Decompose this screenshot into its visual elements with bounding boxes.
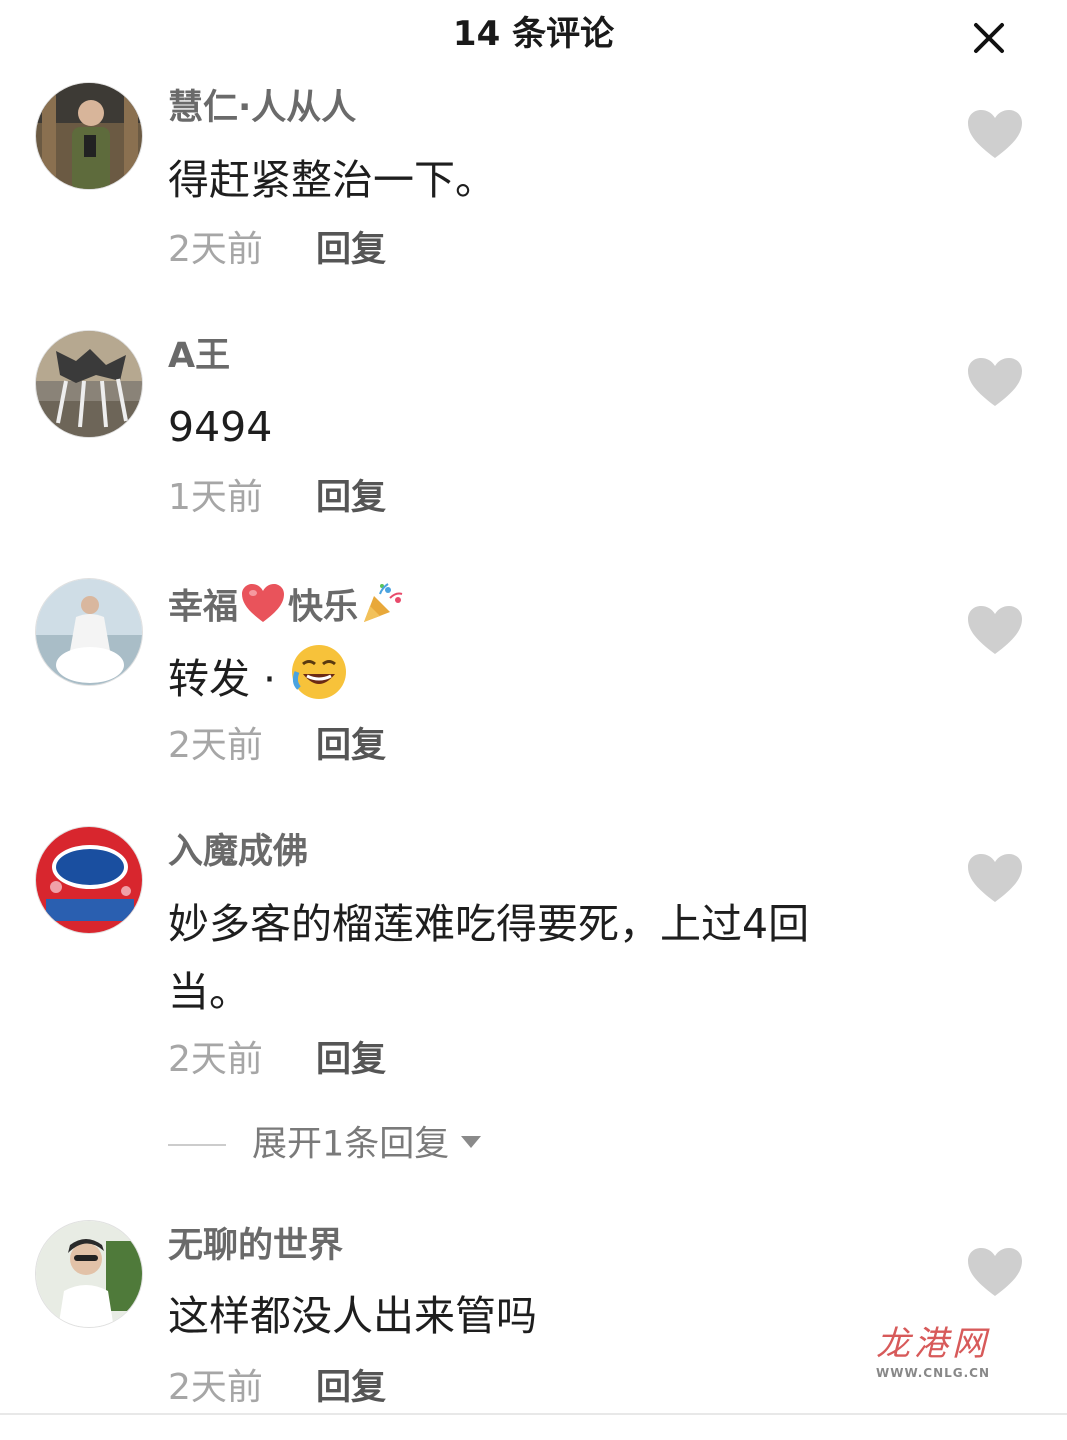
heart-icon: [968, 854, 1022, 902]
heart-icon: [968, 1248, 1022, 1296]
reply-button[interactable]: 回复: [316, 1036, 386, 1084]
reply-button[interactable]: 回复: [316, 1364, 386, 1412]
comment-meta: 2天前 回复: [168, 1036, 386, 1084]
comment-meta: 2天前 回复: [168, 226, 386, 274]
close-button[interactable]: [960, 14, 1016, 62]
close-icon: [974, 23, 1004, 53]
bottom-divider: [0, 1413, 1067, 1415]
like-button[interactable]: [966, 1246, 1024, 1298]
rolling-laughing-emoji-icon: [289, 642, 349, 722]
like-button[interactable]: [966, 852, 1024, 904]
watermark-title: 龙港网: [876, 1324, 990, 1364]
expand-replies-button[interactable]: 展开1条回复: [168, 1120, 483, 1168]
avatar[interactable]: [35, 330, 143, 438]
like-button[interactable]: [966, 604, 1024, 656]
like-button[interactable]: [966, 108, 1024, 160]
heart-icon: [968, 110, 1022, 158]
party-popper-icon: [360, 582, 406, 635]
comments-count-title: 14 条评论: [452, 14, 615, 54]
comment-meta: 1天前 回复: [168, 474, 386, 522]
comment-username[interactable]: A王: [168, 334, 230, 378]
comment-time: 2天前: [168, 725, 263, 766]
comment-username[interactable]: 入魔成佛: [168, 830, 308, 874]
comment-meta: 2天前 回复: [168, 722, 386, 770]
comment-time: 1天前: [168, 477, 263, 518]
comment-text: 这样都没人出来管吗: [168, 1292, 537, 1340]
comment-meta: 2天前 回复: [168, 1364, 386, 1412]
heart-icon: [968, 606, 1022, 654]
avatar[interactable]: [35, 82, 143, 190]
avatar[interactable]: [35, 578, 143, 686]
expand-replies-label: 展开1条回复: [252, 1124, 450, 1165]
comment-username[interactable]: 幸福 快乐: [168, 582, 406, 628]
username-part: 快乐: [288, 587, 359, 628]
comment-text: 转发 ·: [168, 642, 888, 722]
comment-time: 2天前: [168, 1039, 263, 1080]
comment-text: 妙多客的榴莲难吃得要死，上过4回当。: [168, 900, 810, 1016]
comments-header: 14 条评论: [0, 0, 1067, 70]
avatar[interactable]: [35, 826, 143, 934]
comment-time: 2天前: [168, 229, 263, 270]
expand-divider-line: [168, 1143, 226, 1146]
watermark-url: WWW.CNLG.CN: [875, 1366, 991, 1380]
comment-text: 得赶紧整治一下。: [168, 156, 496, 204]
like-button[interactable]: [966, 356, 1024, 408]
comment-time: 2天前: [168, 1367, 263, 1408]
comment-text: 9494: [168, 403, 273, 451]
reply-button[interactable]: 回复: [316, 722, 386, 770]
red-heart-emoji-icon: [240, 582, 286, 635]
triangle-down-icon: [459, 1121, 483, 1169]
avatar[interactable]: [35, 1220, 143, 1328]
username-part: 幸福: [168, 587, 239, 628]
reply-button[interactable]: 回复: [316, 474, 386, 522]
comment-username[interactable]: 慧仁·人从人: [168, 86, 356, 130]
reply-button[interactable]: 回复: [316, 226, 386, 274]
heart-icon: [968, 358, 1022, 406]
watermark-logo: 龙港网 WWW.CNLG.CN: [868, 1316, 1008, 1388]
comment-username[interactable]: 无聊的世界: [168, 1224, 343, 1268]
comment-text-content: 转发 ·: [168, 655, 277, 703]
